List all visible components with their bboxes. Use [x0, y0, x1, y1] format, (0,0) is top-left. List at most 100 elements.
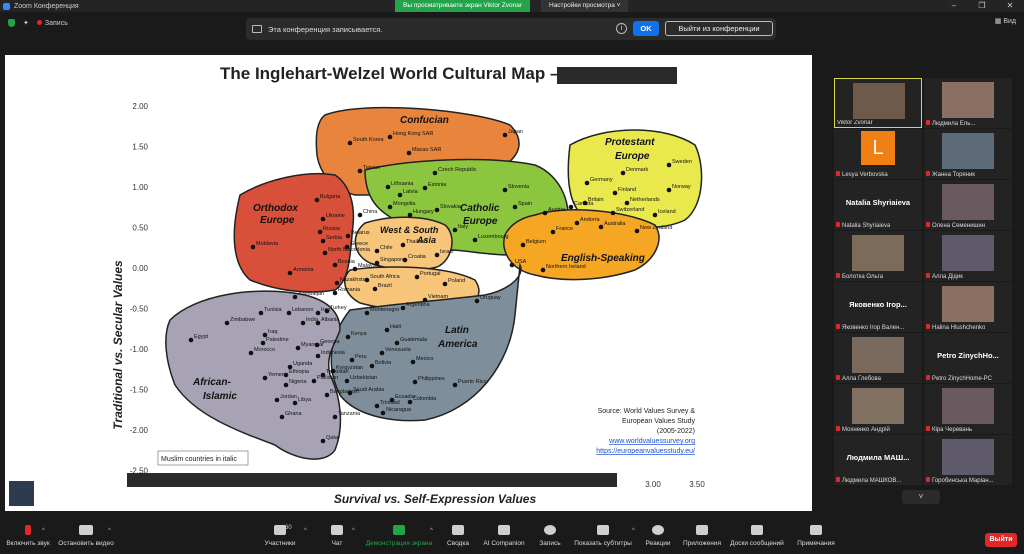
country-dot [540, 267, 546, 273]
country-label: Albania [321, 317, 340, 323]
country-dot [666, 187, 672, 193]
country-label: Bosnia [338, 259, 356, 265]
country-label: Libya [298, 397, 312, 403]
participant-tile[interactable]: Алла Дідик [924, 231, 1012, 281]
slide-thumbnail[interactable] [9, 481, 34, 506]
ai-companion-button[interactable]: AI Companion [480, 525, 528, 547]
captions-chevron-icon[interactable]: ^ [632, 528, 635, 534]
country-label: Chile [380, 245, 393, 251]
y-tick: -1.00 [130, 345, 149, 354]
participant-tile[interactable]: Natalia Shyriaieva Natalia Shyriaieva [834, 180, 922, 230]
y-tick: 1.50 [132, 143, 148, 152]
chat-chevron-icon[interactable]: ^ [352, 528, 355, 534]
country-dot [568, 204, 574, 210]
country-label: Czech Republic [438, 167, 477, 173]
country-label: Myanmar [301, 342, 324, 348]
reactions-button[interactable]: Реакции [642, 525, 674, 547]
participant-tile[interactable]: Жанна Торяник [924, 129, 1012, 179]
captions-icon [597, 525, 609, 535]
participant-tile[interactable]: L Lesya Verbovska [834, 129, 922, 179]
maximize-icon[interactable]: ❐ [968, 0, 996, 12]
ok-button[interactable]: OK [633, 21, 659, 36]
country-dot [402, 257, 408, 263]
apps-button[interactable]: Приложения [680, 525, 724, 547]
gallery-next-page-button[interactable]: ˅ [902, 490, 940, 504]
participant-tile[interactable]: Горобинська Маріан... [924, 435, 1012, 485]
country-label: Philippines [418, 376, 445, 382]
participant-tile[interactable]: Яковенко Ігор... Яковенко Ігор Вален... [834, 282, 922, 332]
participant-tile[interactable]: Людмила МАШ... Людмила МАШКОВ... [834, 435, 922, 485]
notes-button[interactable]: Примечания [794, 525, 838, 547]
record-button[interactable]: Запись [534, 525, 566, 547]
country-dot [330, 368, 336, 374]
country-label: Hong Kong SAR [393, 131, 433, 137]
country-dot [610, 210, 616, 216]
participant-tile[interactable]: Алла Глебова [834, 333, 922, 383]
country-dot [509, 262, 515, 268]
source-link-evs[interactable]: https://europeanvaluesstudy.eu/ [596, 448, 695, 455]
country-label: Russia [323, 226, 341, 232]
source-line-2: European Values Study [622, 418, 696, 425]
country-label: Nigeria [289, 379, 307, 385]
stop-video-button[interactable]: Остановить видео [56, 525, 116, 547]
participant-tile[interactable]: Кіра Черевань [924, 384, 1012, 434]
participant-tile[interactable]: Halina Hlushchenko [924, 282, 1012, 332]
country-dot [612, 190, 618, 196]
mic-muted-icon [926, 375, 930, 380]
country-label: Azerbaijan [298, 291, 324, 297]
whiteboards-button[interactable]: Доски сообщений [728, 525, 786, 547]
close-icon[interactable]: ✕ [996, 0, 1024, 12]
country-dot [520, 242, 526, 248]
view-button[interactable]: ▦ Вид [995, 17, 1016, 25]
participants-button[interactable]: 60 Участники [258, 525, 302, 547]
minimize-icon[interactable]: – [940, 0, 968, 12]
country-label: Turkey [330, 305, 347, 311]
participant-tile[interactable]: Petro ZinychHo... Petro ZinychHome-PC [924, 333, 1012, 383]
country-label: Palestine [266, 337, 289, 343]
country-dot [248, 350, 254, 356]
info-icon[interactable]: i [616, 23, 627, 34]
participants-chevron-icon[interactable]: ^ [304, 528, 307, 534]
country-dot [502, 187, 508, 193]
label-confucian: Confucian [400, 115, 449, 126]
participant-name: Болотка Ольга [836, 273, 883, 280]
country-dot [357, 212, 363, 218]
share-screen-button[interactable]: Демонстрация экрана [364, 525, 434, 547]
country-label: Armenia [293, 267, 314, 273]
sparkle-icon[interactable]: ✦ [23, 19, 29, 27]
country-dot [542, 210, 548, 216]
summary-button[interactable]: Сводка [442, 525, 474, 547]
country-dot [374, 403, 380, 409]
country-dot [502, 132, 508, 138]
view-settings-button[interactable]: Настройки просмотра ˅ [541, 0, 629, 12]
source-link-wvs[interactable]: www.worldvaluessurvey.org [608, 438, 695, 445]
country-label: South Korea [353, 137, 385, 143]
leave-meeting-button[interactable]: Выйти из конференции [665, 21, 773, 36]
leave-button[interactable]: Выйти [985, 533, 1017, 547]
captions-button[interactable]: Показать субтитры [572, 525, 634, 547]
video-options-chevron-icon[interactable]: ^ [108, 528, 111, 534]
participant-tile[interactable]: Людмила Ель... [924, 78, 1012, 128]
participant-name: Natalia Shyriaieva [836, 222, 890, 229]
country-dot [364, 277, 370, 283]
security-shield-icon[interactable] [8, 19, 15, 27]
participant-name: Petro ZinychHome-PC [926, 375, 992, 382]
country-dot [332, 290, 338, 296]
participant-display-name: Natalia Shyriaieva [845, 198, 911, 207]
country-dot [320, 216, 326, 222]
country-label: South Africa [370, 274, 401, 280]
country-label: Venezuela [385, 347, 412, 353]
participant-name: Алла Дідик [926, 273, 963, 280]
participant-tile[interactable]: Олена Семенишин [924, 180, 1012, 230]
participant-tile[interactable]: Мохненко Андрій [834, 384, 922, 434]
country-label: Iran [321, 307, 330, 313]
country-label: Uzbekistan [350, 375, 377, 381]
country-dot [387, 134, 393, 140]
recording-indicator[interactable]: Запись [36, 19, 68, 27]
audio-options-chevron-icon[interactable]: ^ [42, 528, 45, 534]
chat-button[interactable]: Чат [322, 525, 352, 547]
meeting-toolbar: Включить звук ^ Остановить видео ^ 60 Уча… [0, 523, 1024, 554]
participant-tile[interactable]: Болотка Ольга [834, 231, 922, 281]
participant-tile[interactable]: Viktor Zvonar [834, 78, 922, 128]
share-chevron-icon[interactable]: ^ [430, 528, 433, 534]
